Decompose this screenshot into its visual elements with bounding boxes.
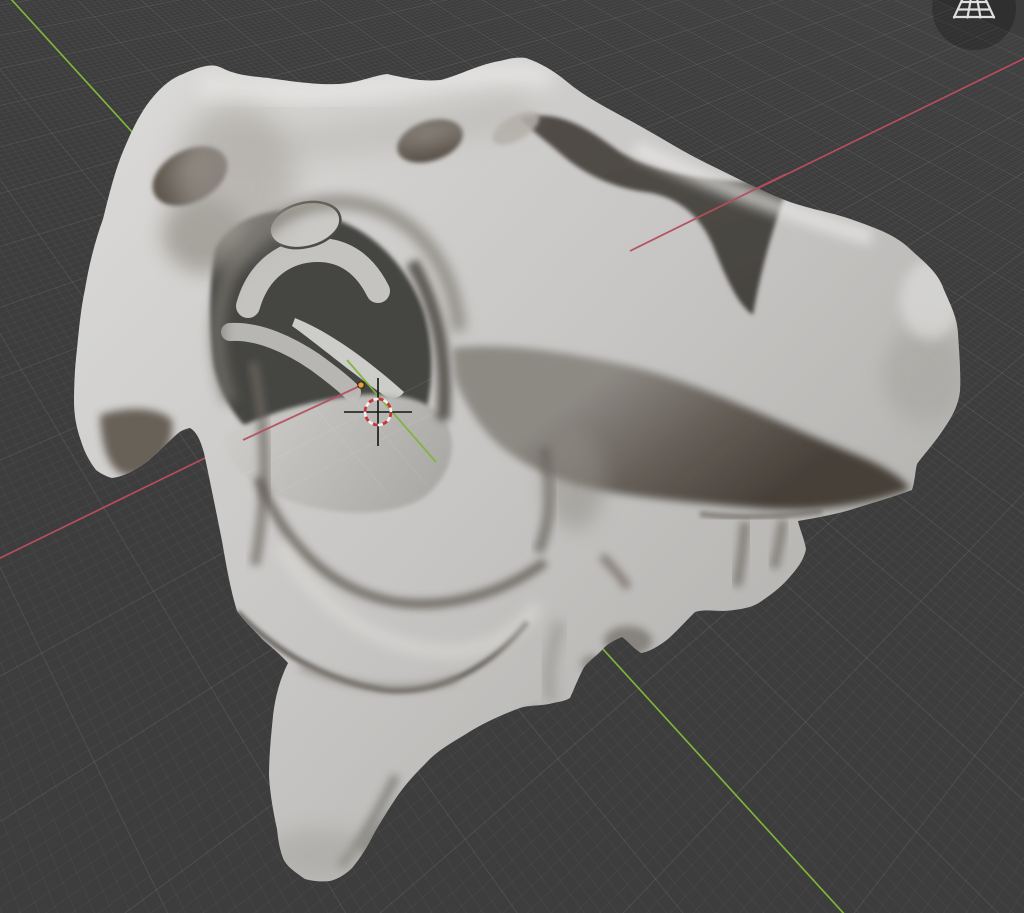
blender-3d-viewport[interactable] (0, 0, 1024, 913)
object-origin-dot (357, 381, 365, 389)
viewport-canvas[interactable] (0, 0, 1024, 913)
